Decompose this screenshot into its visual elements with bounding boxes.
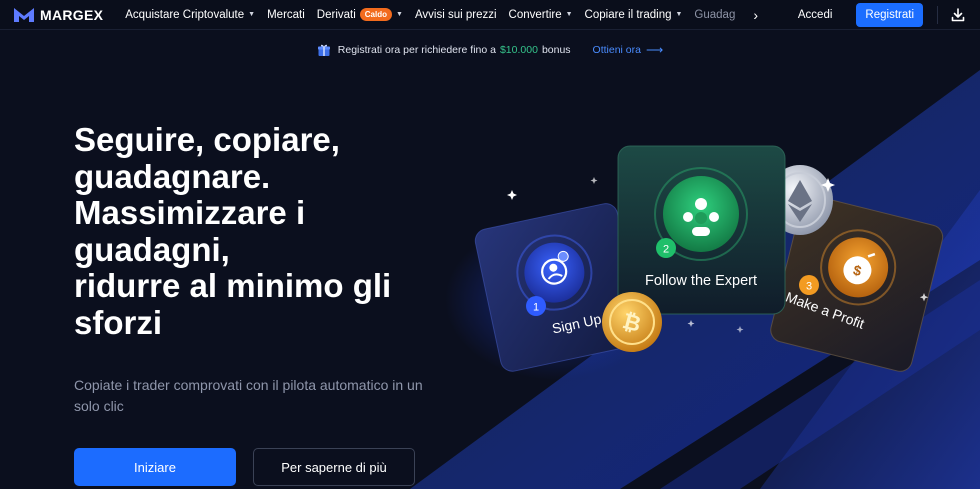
hero-title-line: guadagnare. [74, 157, 271, 195]
step-label: Follow the Expert [645, 273, 757, 289]
chevron-right-icon[interactable]: › [753, 7, 758, 23]
hero-title-line: sforzi [74, 303, 163, 341]
hot-badge: Caldo [359, 8, 393, 21]
nav-right: Accedi Registrati [798, 0, 980, 30]
promo-text: Registrati ora per richiedere fino a [337, 44, 496, 56]
promo-amount: $10.000 [499, 44, 538, 56]
brand-logo[interactable]: MARGEX [13, 0, 103, 30]
register-button[interactable]: Registrati [856, 3, 923, 27]
gift-icon [317, 44, 330, 56]
step-number-badge-3: 3 [799, 275, 819, 295]
step-number: 3 [806, 281, 812, 293]
hero-title: Seguire, copiare, guadagnare. Massimizza… [74, 121, 454, 341]
learn-more-button[interactable]: Per saperne di più [253, 448, 415, 486]
nav-item-label: Derivati [316, 8, 356, 21]
step-number-badge-1: 1 [526, 296, 546, 316]
chevron-down-icon: ▼ [396, 11, 403, 18]
margex-logo-icon [14, 7, 34, 22]
nav-item-label: Guadag [694, 8, 736, 21]
nav-item[interactable]: Avvisi sui prezzi [415, 9, 497, 21]
promo-cta-link[interactable]: Ottieni ora ⟶ [593, 43, 664, 57]
hero-title-line: ridurre al minimo gli [74, 267, 392, 304]
start-button[interactable]: Iniziare [74, 448, 236, 486]
chevron-down-icon: ▼ [675, 11, 683, 18]
chevron-down-icon: ▼ [565, 11, 573, 18]
hero-subtitle: Copiate i trader comprovati con il pilot… [74, 377, 423, 414]
download-icon[interactable] [950, 7, 966, 23]
nav-item-label: Avvisi sui prezzi [414, 8, 497, 21]
promo-bar: Registrati ora per richiedere fino a $10… [0, 30, 980, 70]
nav-item-label: Copiare il trading [584, 8, 672, 21]
nav-item[interactable]: Derivati Caldo ▼ [317, 8, 403, 21]
promo-bonus: bonus [541, 44, 571, 56]
nav-item-label: Mercati [267, 8, 305, 21]
nav-item[interactable]: Copiare il trading ▼ [585, 9, 683, 21]
nav-menu: Acquistare Criptovalute ▼ Mercati Derivati C… [125, 0, 758, 30]
nav-divider [937, 6, 938, 24]
arrow-right-icon: ⟶ [646, 43, 664, 57]
nav-item[interactable]: Mercati [267, 9, 305, 21]
chevron-down-icon: ▼ [248, 11, 256, 18]
nav-item[interactable]: Guadag [694, 9, 735, 21]
bitcoin-coin-icon: ₿ [602, 292, 662, 352]
top-nav: MARGEX Acquistare Criptovalute ▼ Mercati De… [0, 0, 980, 30]
brand-name: MARGEX [40, 6, 104, 23]
nav-item[interactable]: Acquistare Criptovalute ▼ [125, 9, 255, 21]
hero-title-line: Massimizzare i [74, 194, 306, 231]
nav-item[interactable]: Convertire ▼ [509, 9, 573, 21]
step-number: 1 [533, 302, 539, 314]
hero-title-line: guadagni, [74, 230, 230, 268]
step-number-badge-2: 2 [656, 238, 676, 258]
step-number: 2 [663, 244, 669, 256]
hero-title-line: Seguire, copiare, [74, 121, 340, 158]
copy-trading-illustration: 1 Sign Up $ 3 Make a Profit 2 Follow the… [474, 145, 944, 372]
login-link[interactable]: Accedi [798, 9, 833, 21]
promo-link-label: Ottieni ora [592, 44, 641, 56]
nav-item-label: Acquistare Criptovalute [125, 8, 245, 21]
nav-item-label: Convertire [508, 8, 562, 21]
